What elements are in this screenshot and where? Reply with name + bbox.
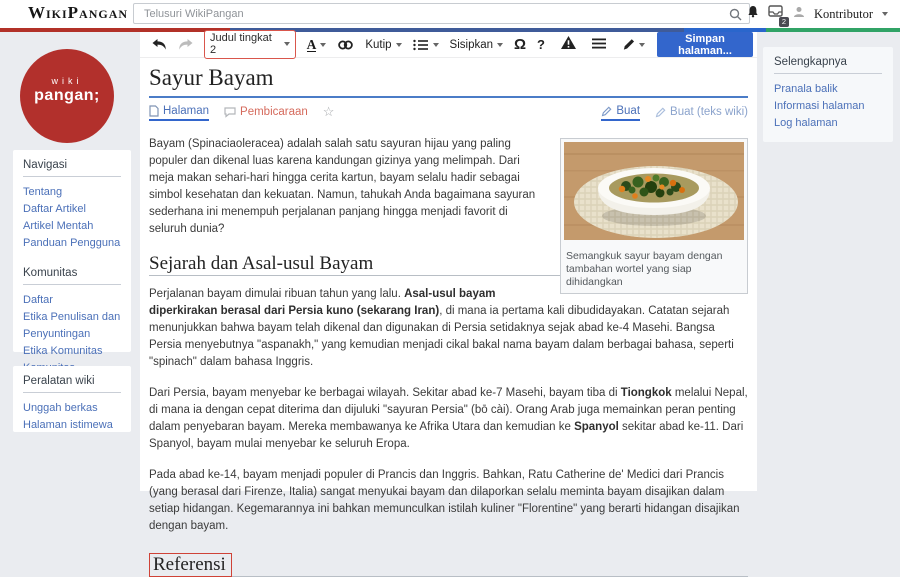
action-label: Buat [616, 105, 640, 117]
pencil-icon [622, 38, 635, 51]
sidebar-link[interactable]: Etika Komunitas [23, 343, 121, 360]
section-heading-referensi: Referensi [149, 556, 748, 577]
page-options-button[interactable] [592, 36, 606, 54]
editor-toolbar: Judul tingkat 2 A Kutip Sisipkan Ω ? [140, 32, 757, 58]
tab-label: Pembicaraan [240, 106, 308, 118]
list-format-button[interactable] [413, 39, 439, 51]
page-icon [149, 105, 159, 117]
undo-button[interactable] [152, 39, 167, 50]
watch-star-icon[interactable]: ☆ [323, 106, 335, 120]
sidebar-link[interactable]: Etika Penulisan dan Penyuntingan [23, 309, 121, 343]
sidebar-link[interactable]: Artikel Mentah [23, 218, 121, 235]
header-user-area: 2 Kontributor [747, 0, 888, 28]
sidebar-section-peralatan: Peralatan wiki Unggah berkasHalaman isti… [23, 375, 121, 434]
sidebar-link[interactable]: Tentang [23, 184, 121, 201]
sidebar-heading: Komunitas [23, 267, 121, 285]
chevron-down-icon [882, 12, 888, 16]
warning-icon [561, 36, 576, 49]
more-panel: Selengkapnya Pranala balikInformasi hala… [763, 47, 893, 142]
user-menu[interactable]: Kontributor [814, 7, 873, 22]
pencil-icon [655, 107, 666, 118]
chevron-down-icon [639, 43, 645, 47]
notices-button[interactable] [561, 36, 576, 54]
tab-label: Halaman [163, 105, 209, 117]
sidebar-heading: Navigasi [23, 159, 121, 177]
cite-button[interactable]: Kutip [365, 39, 401, 51]
selected-heading-box: Referensi [149, 553, 232, 577]
pencil-icon [601, 106, 612, 117]
action-buat[interactable]: Buat [601, 105, 640, 121]
sidebar-link[interactable]: Daftar [23, 292, 121, 309]
sidebar-navigation-card: Navigasi TentangDaftar ArtikelArtikel Me… [13, 150, 131, 352]
history-paragraph-2: Dari Persia, bayam menyebar ke berbagai … [149, 385, 748, 453]
user-avatar-icon [793, 5, 805, 23]
link-icon [337, 39, 354, 51]
logo-pangan-text: pangan; [20, 87, 114, 105]
format-dropdown-value: Judul tingkat 2 [210, 32, 279, 56]
chevron-down-icon [433, 43, 439, 47]
chevron-down-icon [284, 42, 290, 46]
help-button[interactable]: ? [537, 37, 545, 52]
page-title: Sayur Bayam [149, 65, 748, 98]
redo-button[interactable] [178, 39, 193, 50]
article-thumbnail[interactable]: Semangkuk sayur bayam dengan tambahan wo… [560, 138, 748, 294]
editing-mode-button[interactable] [622, 38, 645, 51]
chevron-down-icon [320, 43, 326, 47]
text-style-icon: A [307, 38, 317, 52]
save-page-button[interactable]: Simpan halaman... [657, 32, 753, 57]
tab-pembicaraan[interactable]: Pembicaraan [224, 106, 308, 120]
sidebar-heading: Peralatan wiki [23, 375, 121, 393]
logo-wiki-text: wiki [20, 76, 114, 86]
sidebar-link[interactable]: Unggah berkas [23, 400, 121, 417]
talk-bubble-icon [224, 107, 236, 118]
more-panel-heading: Selengkapnya [774, 56, 882, 74]
article-body: Semangkuk sayur bayam dengan tambahan wo… [149, 136, 748, 577]
special-character-button[interactable]: Ω [514, 36, 526, 53]
sidebar-link[interactable]: Panduan Pengguna [23, 235, 121, 252]
sidebar-link[interactable]: Daftar Artikel [23, 201, 121, 218]
bullet-list-icon [413, 39, 429, 51]
insert-button[interactable]: Sisipkan [450, 39, 503, 51]
sidebar-link[interactable]: Halaman istimewa [23, 417, 121, 434]
tab-halaman[interactable]: Halaman [149, 105, 209, 121]
search-icon[interactable] [729, 8, 742, 26]
insert-label: Sisipkan [450, 39, 493, 51]
notification-badge: 2 [779, 17, 789, 27]
notifications-tray-icon[interactable]: 2 [768, 5, 784, 23]
paragraph-format-dropdown[interactable]: Judul tingkat 2 [204, 30, 296, 59]
action-label: Buat (teks wiki) [670, 106, 748, 118]
cite-label: Kutip [365, 39, 391, 51]
hamburger-menu-icon [592, 38, 606, 49]
toolbar-right-group: ? [537, 36, 645, 54]
search-input[interactable] [134, 5, 749, 24]
text-style-button[interactable]: A [307, 38, 327, 52]
more-panel-link[interactable]: Log halaman [774, 115, 882, 132]
top-header: WikiPangan 2 Kontributor [0, 0, 900, 28]
figure-caption: Semangkuk sayur bayam dengan tambahan wo… [564, 246, 744, 290]
site-logo[interactable]: WikiPangan [28, 3, 128, 23]
accent-bar-segment-green [766, 28, 900, 32]
spinach-soup-photo [564, 142, 744, 240]
more-panel-link[interactable]: Pranala balik [774, 81, 882, 98]
bell-icon[interactable] [747, 5, 759, 23]
chevron-down-icon [497, 43, 503, 47]
sidebar-section-navigasi: Navigasi TentangDaftar ArtikelArtikel Me… [23, 159, 121, 252]
editor-main: Judul tingkat 2 A Kutip Sisipkan Ω ? [140, 32, 757, 491]
history-paragraph-1: Perjalanan bayam dimulai ribuan tahun ya… [149, 286, 748, 371]
history-paragraph-3: Pada abad ke-14, bayam menjadi populer d… [149, 467, 748, 535]
link-button[interactable] [337, 39, 354, 51]
page-tabs: Halaman Pembicaraan ☆ Buat Buat (teks wi… [149, 105, 748, 121]
site-logo-badge[interactable]: wiki pangan; [20, 49, 114, 143]
sidebar-tools-card: Peralatan wiki Unggah berkasHalaman isti… [13, 366, 131, 432]
action-buat-teks-wiki[interactable]: Buat (teks wiki) [655, 106, 748, 120]
more-panel-link[interactable]: Informasi halaman [774, 98, 882, 115]
search-box [133, 3, 750, 24]
chevron-down-icon [396, 43, 402, 47]
